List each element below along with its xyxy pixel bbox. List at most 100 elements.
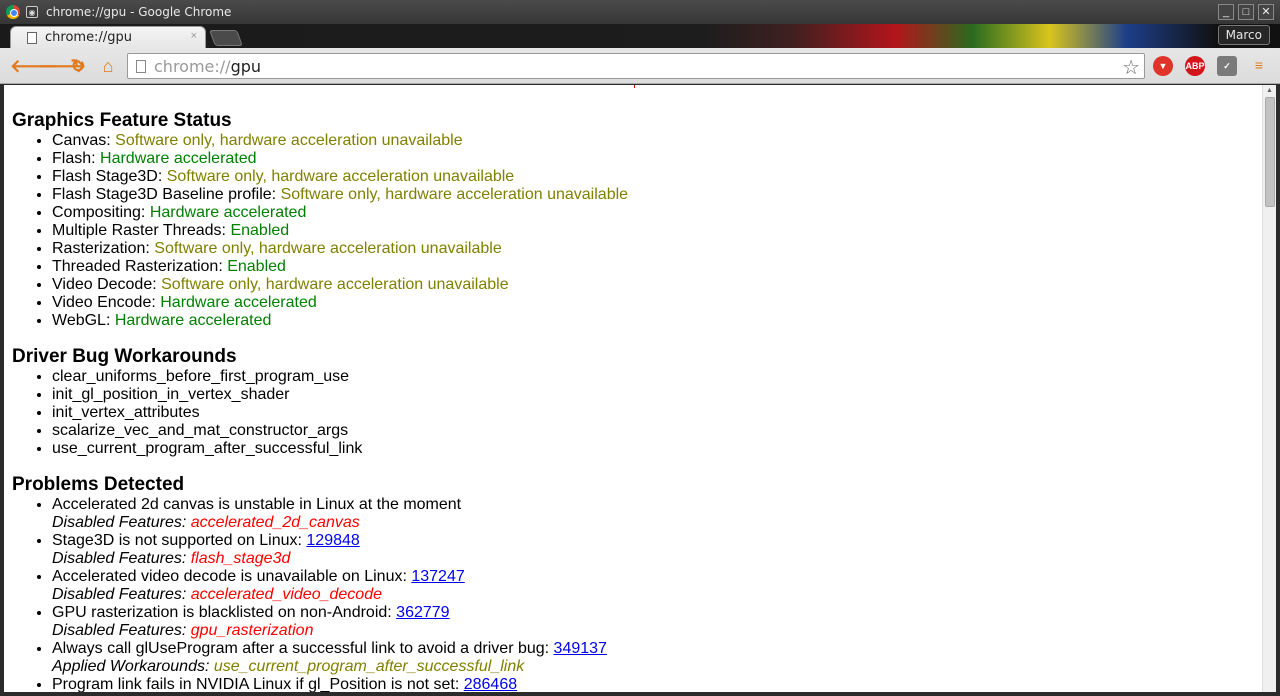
url-text[interactable]: chrome://gpu [154, 57, 261, 76]
vertical-scrollbar[interactable]: ▲ [1262, 85, 1276, 692]
bookmark-star-icon[interactable]: ☆ [1122, 55, 1140, 80]
feature-status-item: Rasterization: Software only, hardware a… [52, 240, 628, 258]
problem-sub-value: flash_stage3d [190, 550, 291, 567]
profile-button[interactable]: Marco [1217, 25, 1270, 45]
home-icon[interactable]: ⌂ [97, 55, 119, 77]
problem-item: Program link fails in NVIDIA Linux if gl… [52, 676, 607, 692]
feature-status-list: Canvas: Software only, hardware accelera… [12, 132, 628, 330]
workaround-item: scalarize_vec_and_mat_constructor_args [52, 422, 362, 440]
problem-sub-value: gpu_rasterization [190, 622, 314, 639]
bug-link[interactable]: 129848 [306, 532, 359, 549]
feature-label: Rasterization: [52, 240, 155, 257]
workaround-item: init_vertex_attributes [52, 404, 362, 422]
problem-sub-label: Disabled Features: [52, 550, 191, 567]
feature-value: Hardware accelerated [100, 150, 257, 167]
problem-item: Accelerated 2d canvas is unstable in Lin… [52, 496, 607, 532]
tab-close-icon[interactable]: × [191, 30, 197, 42]
close-window-button[interactable]: ✕ [1258, 4, 1274, 20]
back-arrow-icon[interactable]: 🡐 [10, 55, 58, 77]
problem-text: Accelerated 2d canvas is unstable in Lin… [52, 496, 462, 513]
toolbar: 🡐 🡒 ↻ ⌂ chrome://gpu ☆ ▼ ABP ✓ ≡ [0, 48, 1280, 84]
problem-sub-label: Applied Workarounds: [52, 658, 214, 675]
bug-link[interactable]: 137247 [411, 568, 464, 585]
feature-value: Hardware accelerated [114, 312, 272, 329]
problems-heading: Problems Detected [12, 474, 185, 495]
forward-arrow-icon[interactable]: 🡒 [38, 55, 86, 77]
problem-text: Stage3D is not supported on Linux: [52, 532, 307, 549]
problem-item: Always call glUseProgram after a success… [52, 640, 607, 676]
feature-status-item: Canvas: Software only, hardware accelera… [52, 132, 628, 150]
feature-status-item: Video Encode: Hardware accelerated [52, 294, 628, 312]
reload-icon[interactable]: ↻ [67, 55, 89, 77]
adblock-plus-icon[interactable]: ABP [1185, 56, 1205, 76]
tab-strip: chrome://gpu × Marco [0, 24, 1280, 48]
minimize-button[interactable]: _ [1218, 4, 1234, 20]
page-icon [136, 59, 146, 73]
feature-status-item: Flash: Hardware accelerated [52, 150, 628, 168]
problem-item: Stage3D is not supported on Linux: 12984… [52, 532, 607, 568]
feature-value: Enabled [227, 258, 286, 275]
problem-sub-value: accelerated_video_decode [190, 586, 382, 603]
maximize-button[interactable]: □ [1238, 4, 1254, 20]
feature-value: Software only, hardware acceleration una… [161, 276, 509, 293]
feature-value: Software only, hardware acceleration una… [280, 186, 629, 203]
workarounds-section: Driver Bug Workarounds clear_uniforms_be… [12, 346, 362, 458]
new-tab-button[interactable] [209, 30, 243, 46]
feature-value: Software only, hardware acceleration una… [166, 168, 515, 185]
problem-sub-label: Disabled Features: [52, 514, 191, 531]
problem-text: Program link fails in NVIDIA Linux if gl… [52, 676, 464, 692]
tab-chrome-gpu[interactable]: chrome://gpu × [10, 26, 206, 48]
feature-label: Video Encode: [52, 294, 161, 311]
page-content: Graphics Feature Status Canvas: Software… [4, 85, 1262, 692]
feature-label: Video Decode: [52, 276, 162, 293]
feature-status-item: Flash Stage3D Baseline profile: Software… [52, 186, 628, 204]
chrome-logo-icon [6, 5, 20, 19]
extension-shield-icon[interactable]: ▼ [1153, 56, 1173, 76]
feature-value: Hardware accelerated [160, 294, 317, 311]
problem-text: GPU rasterization is blacklisted on non-… [52, 604, 397, 621]
window-menu-icon[interactable]: ◉ [26, 6, 38, 18]
problem-sub-label: Disabled Features: [52, 622, 191, 639]
problem-item: Accelerated video decode is unavailable … [52, 568, 607, 604]
feature-label: Multiple Raster Threads: [52, 222, 231, 239]
feature-value: Software only, hardware acceleration una… [154, 240, 502, 257]
workaround-item: use_current_program_after_successful_lin… [52, 440, 362, 458]
problem-text: Always call glUseProgram after a success… [52, 640, 554, 657]
window-title: chrome://gpu - Google Chrome [46, 5, 232, 19]
loading-marker [634, 85, 635, 88]
feature-status-item: WebGL: Hardware accelerated [52, 312, 628, 330]
feature-label: Canvas: [52, 132, 116, 149]
bug-link[interactable]: 286468 [464, 676, 517, 692]
workaround-item: clear_uniforms_before_first_program_use [52, 368, 362, 386]
feature-label: WebGL: [52, 312, 115, 329]
feature-status-heading: Graphics Feature Status [12, 110, 232, 131]
feature-status-item: Compositing: Hardware accelerated [52, 204, 628, 222]
problems-list: Accelerated 2d canvas is unstable in Lin… [12, 496, 607, 692]
problem-sub-label: Disabled Features: [52, 586, 191, 603]
address-bar[interactable]: chrome://gpu ☆ [127, 53, 1145, 79]
problems-section: Problems Detected Accelerated 2d canvas … [12, 474, 607, 692]
bug-link[interactable]: 362779 [396, 604, 449, 621]
url-host: gpu [230, 56, 262, 76]
tab-title: chrome://gpu [45, 30, 132, 45]
workarounds-list: clear_uniforms_before_first_program_usei… [12, 368, 362, 458]
title-bar: ◉ chrome://gpu - Google Chrome _ □ ✕ [0, 0, 1280, 24]
feature-label: Compositing: [52, 204, 150, 221]
problem-sub-value: use_current_program_after_successful_lin… [213, 658, 525, 675]
bug-link[interactable]: 349137 [554, 640, 607, 657]
feature-label: Threaded Rasterization: [52, 258, 228, 275]
feature-value: Enabled [230, 222, 290, 239]
feature-value: Software only, hardware acceleration una… [115, 132, 463, 149]
feature-status-section: Graphics Feature Status Canvas: Software… [12, 110, 628, 330]
feature-label: Flash: [52, 150, 101, 167]
scrollbar-thumb[interactable] [1265, 97, 1275, 207]
url-scheme: chrome:// [154, 56, 231, 76]
scroll-up-icon[interactable]: ▲ [1266, 87, 1273, 94]
feature-status-item: Flash Stage3D: Software only, hardware a… [52, 168, 628, 186]
feature-status-item: Threaded Rasterization: Enabled [52, 258, 628, 276]
feature-status-item: Video Decode: Software only, hardware ac… [52, 276, 628, 294]
workaround-item: init_gl_position_in_vertex_shader [52, 386, 362, 404]
problem-item: GPU rasterization is blacklisted on non-… [52, 604, 607, 640]
extension-check-icon[interactable]: ✓ [1217, 56, 1237, 76]
chrome-menu-icon[interactable]: ≡ [1251, 57, 1267, 73]
